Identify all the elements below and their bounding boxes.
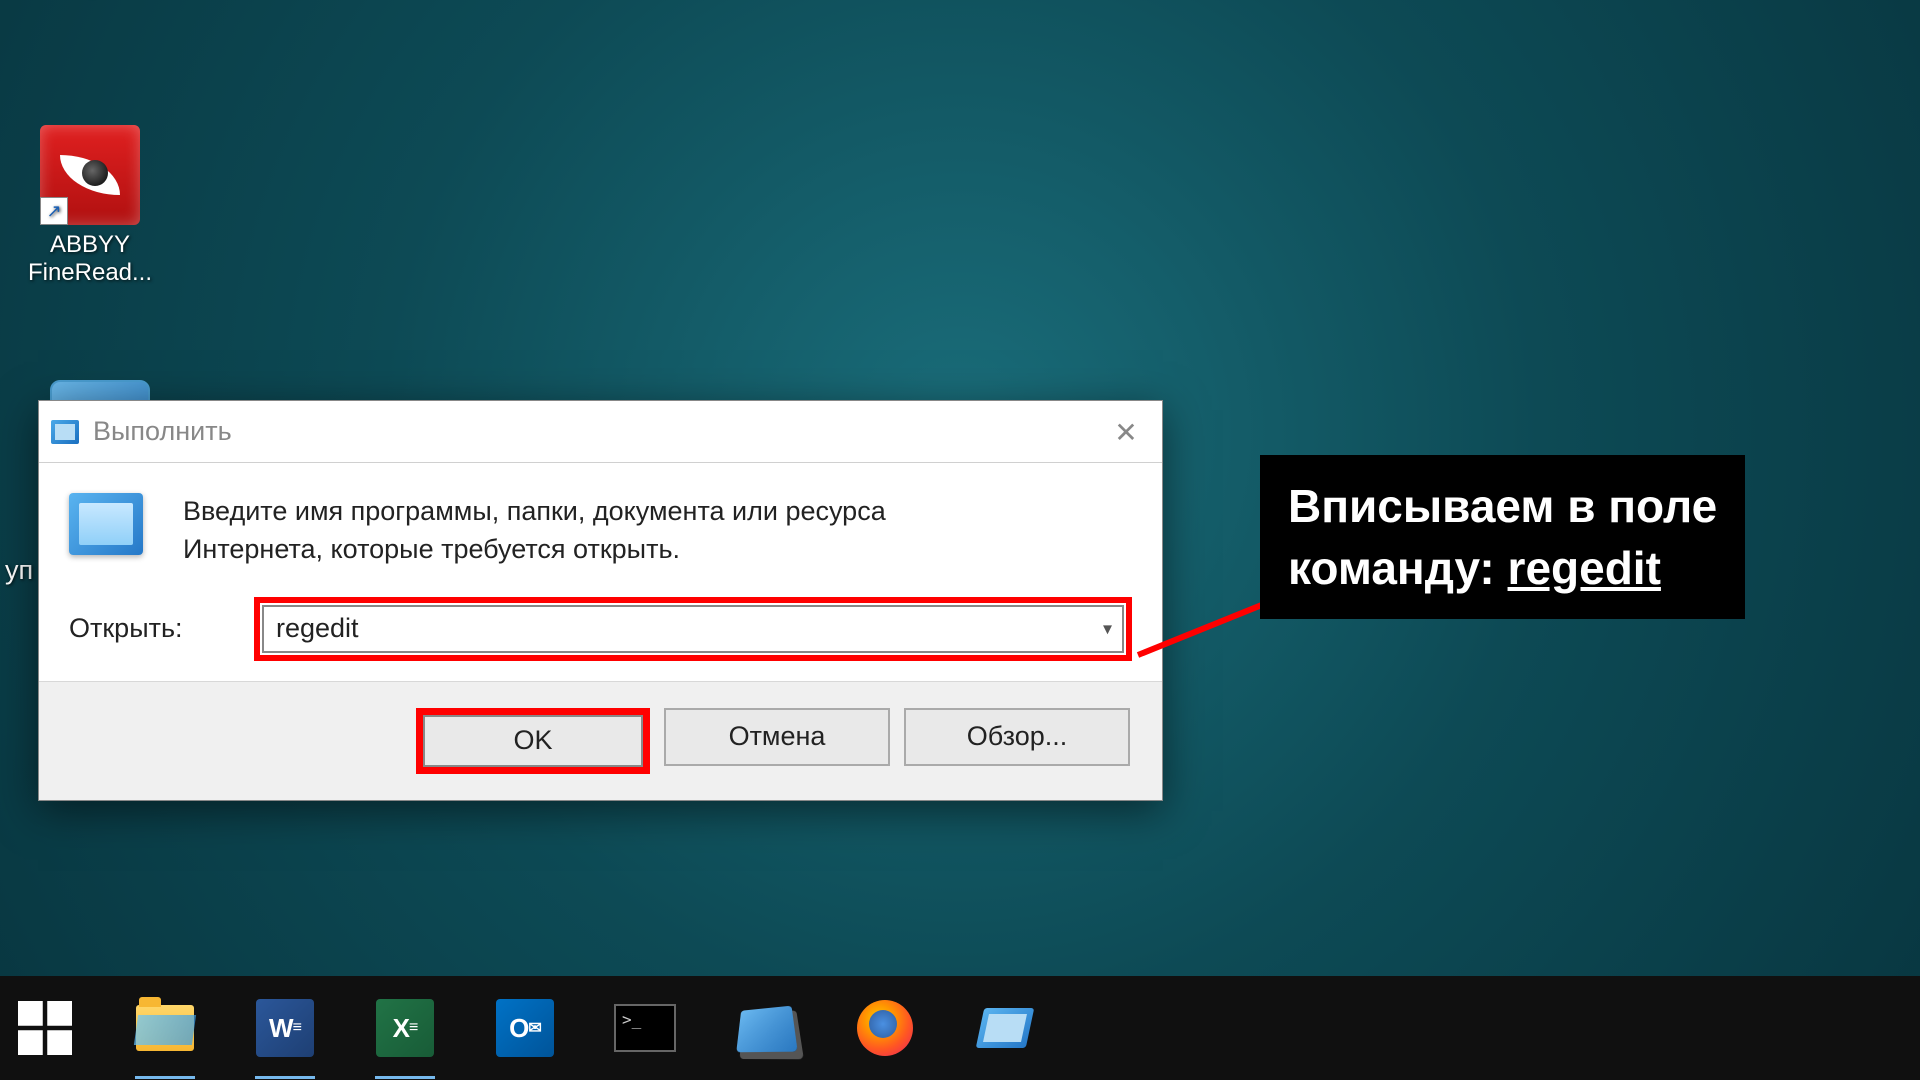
- taskbar-item-run[interactable]: [970, 993, 1040, 1063]
- file-explorer-icon: [136, 1005, 194, 1051]
- open-label: Открыть:: [69, 613, 254, 644]
- firefox-icon: [857, 1000, 913, 1056]
- annotation-callout: Вписываем в поле команду: regedit: [1260, 455, 1745, 619]
- desktop-icon-label-partial: уп: [5, 555, 33, 586]
- run-titlebar-icon: [51, 420, 79, 444]
- dialog-description: Введите имя программы, папки, документа …: [183, 493, 1033, 569]
- taskbar-item-cmd[interactable]: [610, 993, 680, 1063]
- run-dialog: Выполнить ✕ Введите имя программы, папки…: [38, 400, 1163, 801]
- command-input[interactable]: [262, 605, 1124, 653]
- outlook-icon: O✉: [496, 999, 554, 1057]
- ok-button-highlight: OK: [416, 708, 650, 774]
- taskbar-item-outlook[interactable]: O✉: [490, 993, 560, 1063]
- taskbar-item-explorer[interactable]: [130, 993, 200, 1063]
- shortcut-arrow-icon: ↗: [40, 197, 68, 225]
- taskbar-item-firefox[interactable]: [850, 993, 920, 1063]
- annotation-line1: Вписываем в поле: [1288, 475, 1717, 537]
- excel-icon: X≡: [376, 999, 434, 1057]
- folder-3d-icon: [736, 1006, 797, 1053]
- close-icon: ✕: [1114, 416, 1137, 449]
- browse-button[interactable]: Обзор...: [904, 708, 1130, 766]
- abbyy-icon: ↗: [40, 125, 140, 225]
- taskbar-active-indicator: [375, 1076, 435, 1079]
- desktop-icon-abbyy[interactable]: ↗ ABBYY FineRead...: [20, 125, 160, 287]
- desktop-icon-label: ABBYY FineRead...: [20, 231, 160, 287]
- taskbar-item-word[interactable]: W≡: [250, 993, 320, 1063]
- cancel-button[interactable]: Отмена: [664, 708, 890, 766]
- taskbar-active-indicator: [255, 1076, 315, 1079]
- titlebar[interactable]: Выполнить ✕: [39, 401, 1162, 463]
- dialog-footer: OK Отмена Обзор...: [39, 681, 1162, 800]
- ok-button[interactable]: OK: [423, 715, 643, 767]
- command-input-highlight: ▾: [254, 597, 1132, 661]
- taskbar-active-indicator: [135, 1076, 195, 1079]
- taskbar-item-excel[interactable]: X≡: [370, 993, 440, 1063]
- word-icon: W≡: [256, 999, 314, 1057]
- run-dialog-icon: [69, 493, 143, 555]
- dialog-body: Введите имя программы, папки, документа …: [39, 463, 1162, 681]
- run-dialog-taskbar-icon: [976, 1008, 1035, 1048]
- start-button[interactable]: [10, 993, 80, 1063]
- dialog-title: Выполнить: [93, 416, 232, 447]
- taskbar-item-3dfolder[interactable]: [730, 993, 800, 1063]
- command-prompt-icon: [614, 1004, 676, 1052]
- taskbar: W≡ X≡ O✉: [0, 976, 1920, 1080]
- close-button[interactable]: ✕: [1102, 413, 1150, 451]
- annotation-line2: команду: regedit: [1288, 537, 1717, 599]
- windows-logo-icon: [18, 1001, 72, 1055]
